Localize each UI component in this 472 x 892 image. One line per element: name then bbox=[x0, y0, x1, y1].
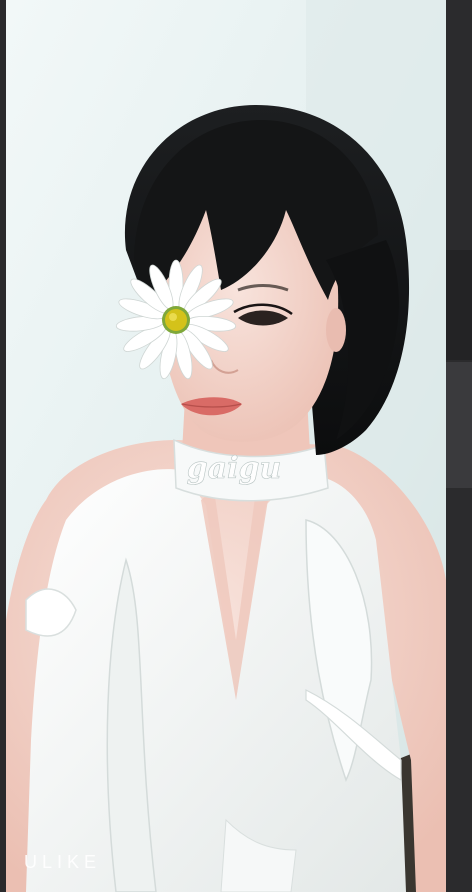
background-page-strip bbox=[446, 0, 472, 892]
camera-brand-label: ULIKE bbox=[24, 852, 101, 872]
selfie-photo: gaigu ULIKE bbox=[6, 0, 446, 892]
image-viewer: gaigu ULIKE bbox=[0, 0, 472, 892]
background-dark-strip bbox=[446, 250, 472, 360]
watermark-logo: gaigu bbox=[187, 451, 282, 486]
daisy-center bbox=[165, 309, 187, 331]
background-gray-band bbox=[446, 362, 472, 488]
